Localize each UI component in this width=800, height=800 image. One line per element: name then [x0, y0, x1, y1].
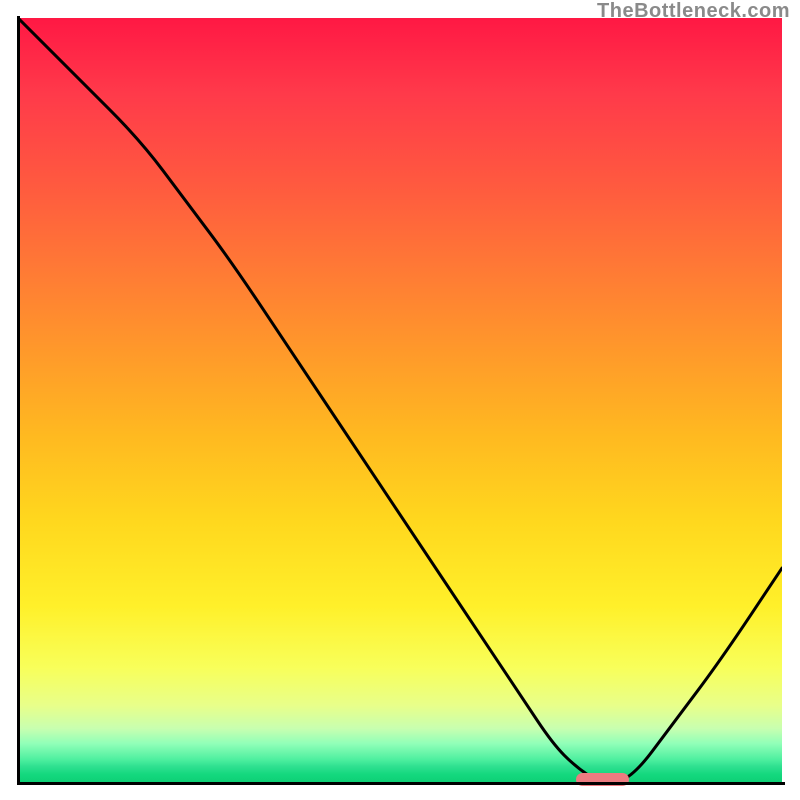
x-axis [17, 782, 785, 785]
y-axis [17, 16, 20, 784]
watermark-text: TheBottleneck.com [597, 0, 790, 23]
chart-container: TheBottleneck.com [0, 0, 800, 800]
plot-area [18, 18, 782, 782]
